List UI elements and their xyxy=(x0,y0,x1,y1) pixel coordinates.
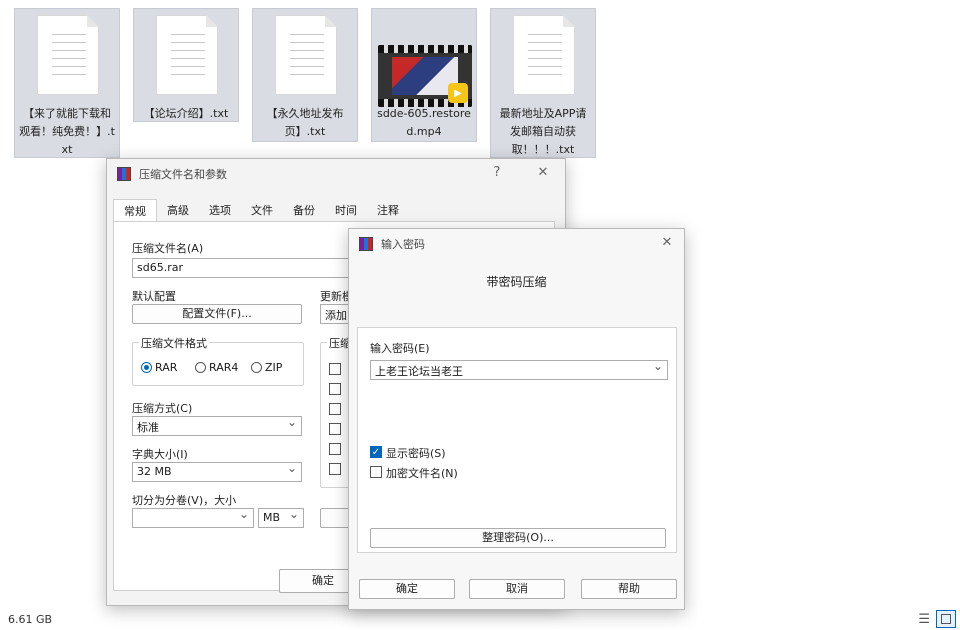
dict-size-select[interactable]: 32 MB xyxy=(132,462,302,482)
dialog-heading: 带密码压缩 xyxy=(486,275,547,289)
radio-icon xyxy=(195,362,206,373)
tab-general[interactable]: 常规 xyxy=(113,199,157,221)
player-badge-icon: ▶ xyxy=(448,83,468,103)
split-volume-label: 切分为分卷(V)，大小 xyxy=(132,494,237,507)
option-checkbox[interactable] xyxy=(329,363,341,375)
split-unit-select[interactable]: MB xyxy=(258,508,304,528)
file-name: 【来了就能下载和观看！纯免费！】.txt xyxy=(19,107,115,156)
text-file-icon xyxy=(156,15,218,95)
file-tile[interactable]: 【永久地址发布页】.txt xyxy=(252,8,358,142)
ok-button[interactable]: 确定 xyxy=(359,579,455,599)
help-button[interactable]: 帮助 xyxy=(581,579,677,599)
config-profile-button[interactable]: 配置文件(F)... xyxy=(132,304,302,324)
method-select[interactable]: 标准 xyxy=(132,416,302,436)
selection-size: 6.61 GB xyxy=(8,612,53,626)
cancel-button[interactable]: 取消 xyxy=(469,579,565,599)
tab-files[interactable]: 文件 xyxy=(241,199,283,221)
close-button[interactable]: ✕ xyxy=(533,165,553,180)
tab-strip: 常规 高级 选项 文件 备份 时间 注释 xyxy=(113,199,409,221)
password-dialog: 输入密码 ✕ 带密码压缩 输入密码(E) 上老王论坛当老王 ✓ 显示密码(S) … xyxy=(348,228,685,610)
radio-icon xyxy=(251,362,262,373)
tab-backup[interactable]: 备份 xyxy=(283,199,325,221)
file-tile[interactable]: 最新地址及APP请发邮箱自动获取！！！.txt xyxy=(490,8,596,158)
format-rar-radio[interactable]: RAR xyxy=(141,361,177,374)
password-input[interactable]: 上老王论坛当老王 xyxy=(370,360,668,380)
password-panel: 输入密码(E) 上老王论坛当老王 ✓ 显示密码(S) 加密文件名(N) 整理密码… xyxy=(357,327,677,553)
details-view-icon[interactable]: ☰ xyxy=(918,612,930,627)
text-file-icon xyxy=(513,15,575,95)
default-config-label: 默认配置 xyxy=(132,290,176,303)
close-button[interactable]: ✕ xyxy=(657,235,677,250)
file-tile[interactable]: 【论坛介绍】.txt xyxy=(133,8,239,122)
help-question-button[interactable]: ? xyxy=(487,165,507,180)
dialog-title: 输入密码 xyxy=(381,238,425,251)
encrypt-names-checkbox[interactable] xyxy=(370,466,382,478)
option-checkbox[interactable] xyxy=(329,423,341,435)
tab-advanced[interactable]: 高级 xyxy=(157,199,199,221)
winrar-icon xyxy=(359,237,373,251)
file-tile[interactable]: 【来了就能下载和观看！纯免费！】.txt xyxy=(14,8,120,158)
option-checkbox[interactable] xyxy=(329,383,341,395)
file-tile[interactable]: ▶ sdde-605.restored.mp4 xyxy=(371,8,477,142)
status-bar: 6.61 GB ☰ xyxy=(0,608,960,630)
dict-size-label: 字典大小(I) xyxy=(132,448,188,461)
radio-selected-icon xyxy=(141,362,152,373)
option-checkbox[interactable] xyxy=(329,403,341,415)
option-checkbox[interactable] xyxy=(329,463,341,475)
password-label: 输入密码(E) xyxy=(370,342,430,355)
show-password-checkbox[interactable]: ✓ xyxy=(370,446,382,458)
tab-comment[interactable]: 注释 xyxy=(367,199,409,221)
tab-time[interactable]: 时间 xyxy=(325,199,367,221)
format-group: 压缩文件格式 RAR RAR4 ZIP xyxy=(132,335,304,386)
encrypt-names-label: 加密文件名(N) xyxy=(386,467,458,480)
format-zip-radio[interactable]: ZIP xyxy=(251,361,282,374)
file-name: 最新地址及APP请发邮箱自动获取！！！.txt xyxy=(499,107,587,156)
split-size-input[interactable] xyxy=(132,508,254,528)
winrar-icon xyxy=(117,167,131,181)
video-thumbnail-icon: ▶ xyxy=(378,45,472,107)
format-group-label: 压缩文件格式 xyxy=(139,335,209,351)
format-rar4-radio[interactable]: RAR4 xyxy=(195,361,238,374)
dialog-title: 压缩文件名和参数 xyxy=(139,168,227,181)
text-file-icon xyxy=(275,15,337,95)
method-label: 压缩方式(C) xyxy=(132,402,193,415)
title-bar[interactable]: 输入密码 xyxy=(349,229,684,259)
option-checkbox[interactable] xyxy=(329,443,341,455)
organize-passwords-button[interactable]: 整理密码(O)... xyxy=(370,528,666,548)
file-name: 【论坛介绍】.txt xyxy=(143,107,229,120)
file-name: sdde-605.restored.mp4 xyxy=(377,107,471,138)
file-name: 【永久地址发布页】.txt xyxy=(266,107,344,138)
archive-name-label: 压缩文件名(A) xyxy=(132,242,204,255)
text-file-icon xyxy=(37,15,99,95)
show-password-label: 显示密码(S) xyxy=(386,447,446,460)
large-icons-view-icon[interactable] xyxy=(936,610,956,628)
tab-options[interactable]: 选项 xyxy=(199,199,241,221)
